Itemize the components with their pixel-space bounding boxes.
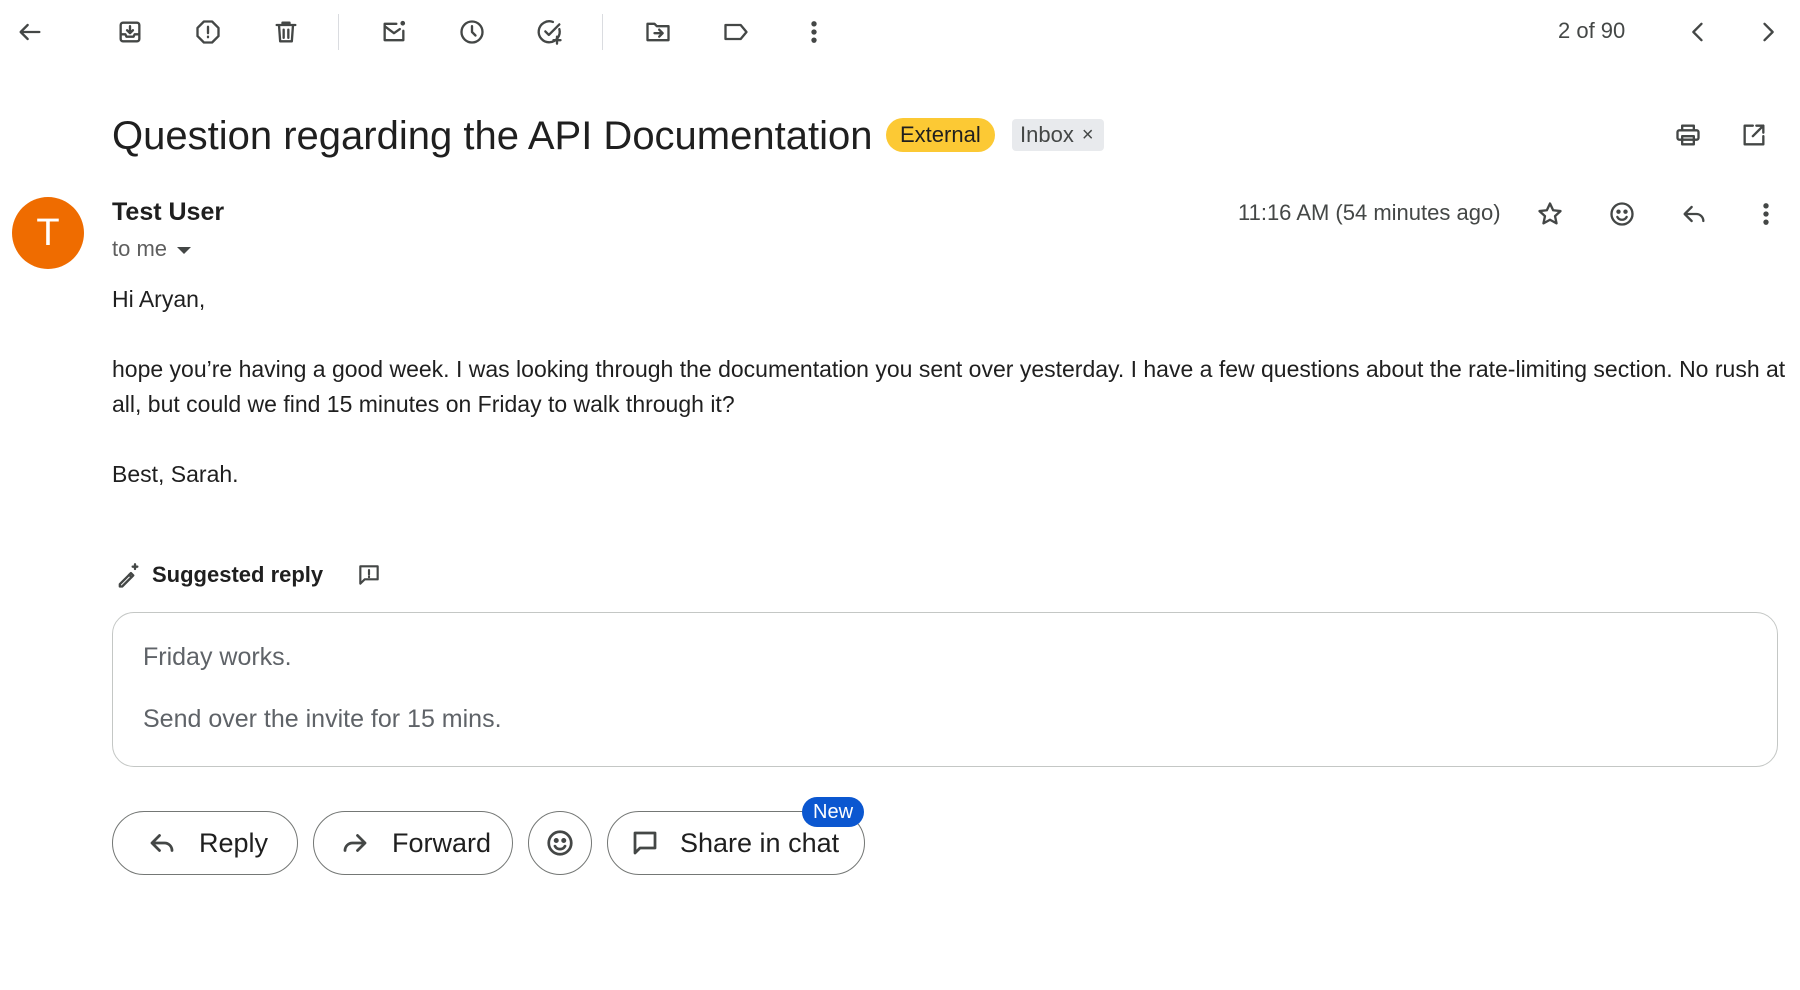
star-icon[interactable] xyxy=(1532,196,1568,232)
suggested-reply-line-1: Friday works. xyxy=(143,643,292,671)
delete-icon[interactable] xyxy=(268,14,304,50)
email-paragraph: hope you’re having a good week. I was lo… xyxy=(112,356,1786,417)
email-subject: Question regarding the API Documentation xyxy=(112,114,873,158)
toolbar-divider xyxy=(338,14,339,50)
forward-label: Forward xyxy=(392,827,492,858)
print-icon[interactable] xyxy=(1670,117,1706,153)
reply-label: Reply xyxy=(199,827,269,858)
add-task-icon[interactable] xyxy=(532,14,568,50)
add-reaction-icon[interactable] xyxy=(1604,196,1640,232)
remove-label-icon[interactable]: × xyxy=(1082,124,1094,147)
recipient-details-toggle[interactable]: to me xyxy=(112,236,192,262)
mark-unread-icon[interactable] xyxy=(376,14,412,50)
move-to-icon[interactable] xyxy=(640,14,676,50)
caret-down-icon xyxy=(177,246,192,254)
suggested-reply-box[interactable]: Friday works. Send over the invite for 1… xyxy=(112,612,1778,767)
chevron-right-icon[interactable] xyxy=(1750,14,1786,50)
email-greeting: Hi Aryan, xyxy=(112,286,206,312)
reply-icon[interactable] xyxy=(1676,196,1712,232)
reply-button[interactable]: Reply xyxy=(112,811,298,875)
ai-pen-sparkle-icon xyxy=(112,560,144,592)
share-in-chat-label: Share in chat xyxy=(680,827,840,858)
reply-icon xyxy=(150,834,174,852)
sender-avatar[interactable]: T xyxy=(12,197,84,269)
forward-icon xyxy=(343,834,367,852)
label-icon[interactable] xyxy=(718,14,754,50)
emoji-icon xyxy=(547,830,573,856)
email-timestamp: 11:16 AM (54 minutes ago) xyxy=(1238,200,1501,225)
feedback-icon[interactable] xyxy=(352,558,386,592)
emoji-react-button[interactable] xyxy=(528,811,592,875)
sender-name[interactable]: Test User xyxy=(112,198,224,227)
message-more-vert-icon[interactable] xyxy=(1748,196,1784,232)
new-badge: New xyxy=(802,797,865,827)
archive-icon[interactable] xyxy=(112,14,148,50)
chat-icon xyxy=(633,831,657,855)
email-signoff: Best, Sarah. xyxy=(112,461,239,487)
inbox-label-chip[interactable]: Inbox × xyxy=(1012,119,1104,151)
back-arrow-icon[interactable] xyxy=(12,14,48,50)
recipient-label: to me xyxy=(112,236,168,261)
suggested-reply-label: Suggested reply xyxy=(152,562,324,587)
open-in-new-window-icon[interactable] xyxy=(1736,117,1772,153)
chevron-left-icon[interactable] xyxy=(1680,14,1716,50)
snooze-icon[interactable] xyxy=(454,14,490,50)
suggested-reply-line-2: Send over the invite for 15 mins. xyxy=(143,705,502,733)
toolbar-divider xyxy=(602,14,603,50)
inbox-label-text: Inbox xyxy=(1020,122,1074,147)
report-spam-icon[interactable] xyxy=(190,14,226,50)
pagination-counter: 2 of 90 xyxy=(1558,18,1626,43)
more-vert-icon[interactable] xyxy=(796,14,832,50)
forward-button[interactable]: Forward xyxy=(313,811,513,875)
external-badge: External xyxy=(886,118,995,152)
